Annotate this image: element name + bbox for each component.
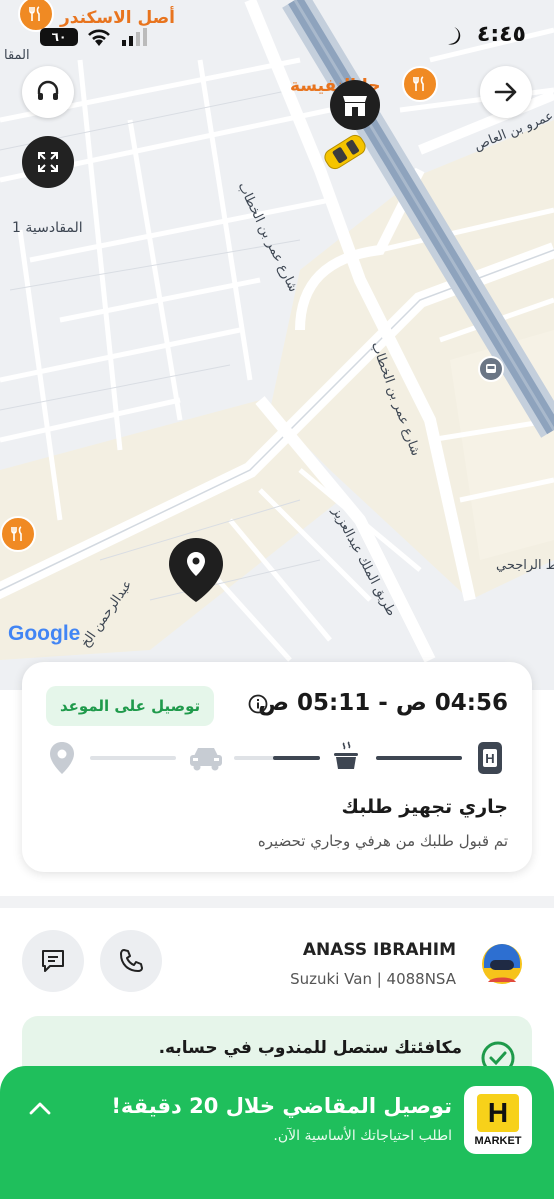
battery-level: ٦٠ <box>51 30 67 44</box>
progress-fill <box>376 756 462 760</box>
driver-vehicle: Suzuki Van | 4088NSA <box>290 970 456 988</box>
cooking-pot-icon <box>334 741 358 769</box>
google-logo: Google <box>8 622 80 646</box>
support-button[interactable] <box>22 66 74 118</box>
market-promo-banner[interactable]: H MARKET توصيل المقاضي خلال 20 دقيقة! اط… <box>0 1066 554 1199</box>
order-status-card: 04:56 ص - 05:11 ص توصيل على الموعد H جار… <box>22 662 532 872</box>
fork-knife-icon <box>413 76 424 91</box>
info-icon[interactable] <box>248 694 268 714</box>
call-driver-button[interactable] <box>100 930 162 992</box>
status-bar: ٤:٤٥ ٦٠ <box>0 0 554 70</box>
chat-driver-button[interactable] <box>22 930 84 992</box>
progress-segment-prep-vehicle <box>234 756 320 760</box>
chat-icon <box>42 950 64 972</box>
h-market-logo-letter: H <box>477 1093 519 1132</box>
store-building-icon: H <box>478 742 502 774</box>
expand-icon <box>38 152 58 172</box>
promo-subtitle: اطلب احتياجاتك الأساسية الآن. <box>273 1128 452 1144</box>
moon-icon <box>448 27 461 45</box>
driver-name: ANASS IBRAHIM <box>302 940 456 960</box>
h-market-logo: H MARKET <box>464 1086 532 1154</box>
map-area-label: المقادسية 1 <box>12 220 83 236</box>
order-status-title: جاري تجهيز طلبك <box>341 796 508 818</box>
reward-text: مكافئتك ستصل للمندوب في حسابه. <box>158 1038 462 1058</box>
h-market-logo-word: MARKET <box>474 1134 522 1147</box>
store-h-glyph: H <box>483 749 497 767</box>
location-pin-icon <box>50 742 74 774</box>
arrow-right-icon <box>494 82 517 102</box>
restaurant-pin-icon[interactable] <box>0 516 36 552</box>
progress-segment-store-prep <box>376 756 462 760</box>
promo-title: توصيل المقاضي خلال 20 دقيقة! <box>111 1094 452 1118</box>
order-status-subtitle: تم قبول طلبك من هرفي وجاري تحضيره <box>257 832 508 850</box>
map-view[interactable]: أصل الاسكندر المقا جا النفيسة شارع عمر ب… <box>0 0 554 690</box>
progress-segment-vehicle-destination <box>90 756 176 760</box>
map-area-label: مخطط الراجحي <box>496 558 554 573</box>
section-divider <box>0 896 554 908</box>
fork-knife-icon <box>11 526 22 541</box>
driver-avatar <box>482 944 522 984</box>
storefront-icon <box>343 96 367 116</box>
phone-icon <box>120 949 143 972</box>
wifi-icon <box>88 29 110 46</box>
fullscreen-button[interactable] <box>22 136 74 188</box>
bus-stop-icon[interactable] <box>478 356 504 382</box>
car-icon <box>190 748 222 771</box>
back-button[interactable] <box>480 66 532 118</box>
eta-range: 04:56 ص - 05:11 ص <box>258 690 508 716</box>
chevron-up-icon[interactable] <box>28 1100 52 1116</box>
battery-icon: ٦٠ <box>40 28 78 46</box>
progress-fill <box>272 756 320 760</box>
restaurant-pin-icon[interactable] <box>402 66 438 102</box>
store-marker-icon[interactable] <box>330 80 380 130</box>
google-logo-text: Google <box>8 622 81 645</box>
on-time-badge: توصيل على الموعد <box>46 686 215 726</box>
map-roads <box>0 0 554 663</box>
headset-icon <box>37 80 59 100</box>
signal-icon <box>122 28 147 46</box>
destination-pin-icon <box>166 536 226 608</box>
status-time: ٤:٤٥ <box>476 22 526 47</box>
